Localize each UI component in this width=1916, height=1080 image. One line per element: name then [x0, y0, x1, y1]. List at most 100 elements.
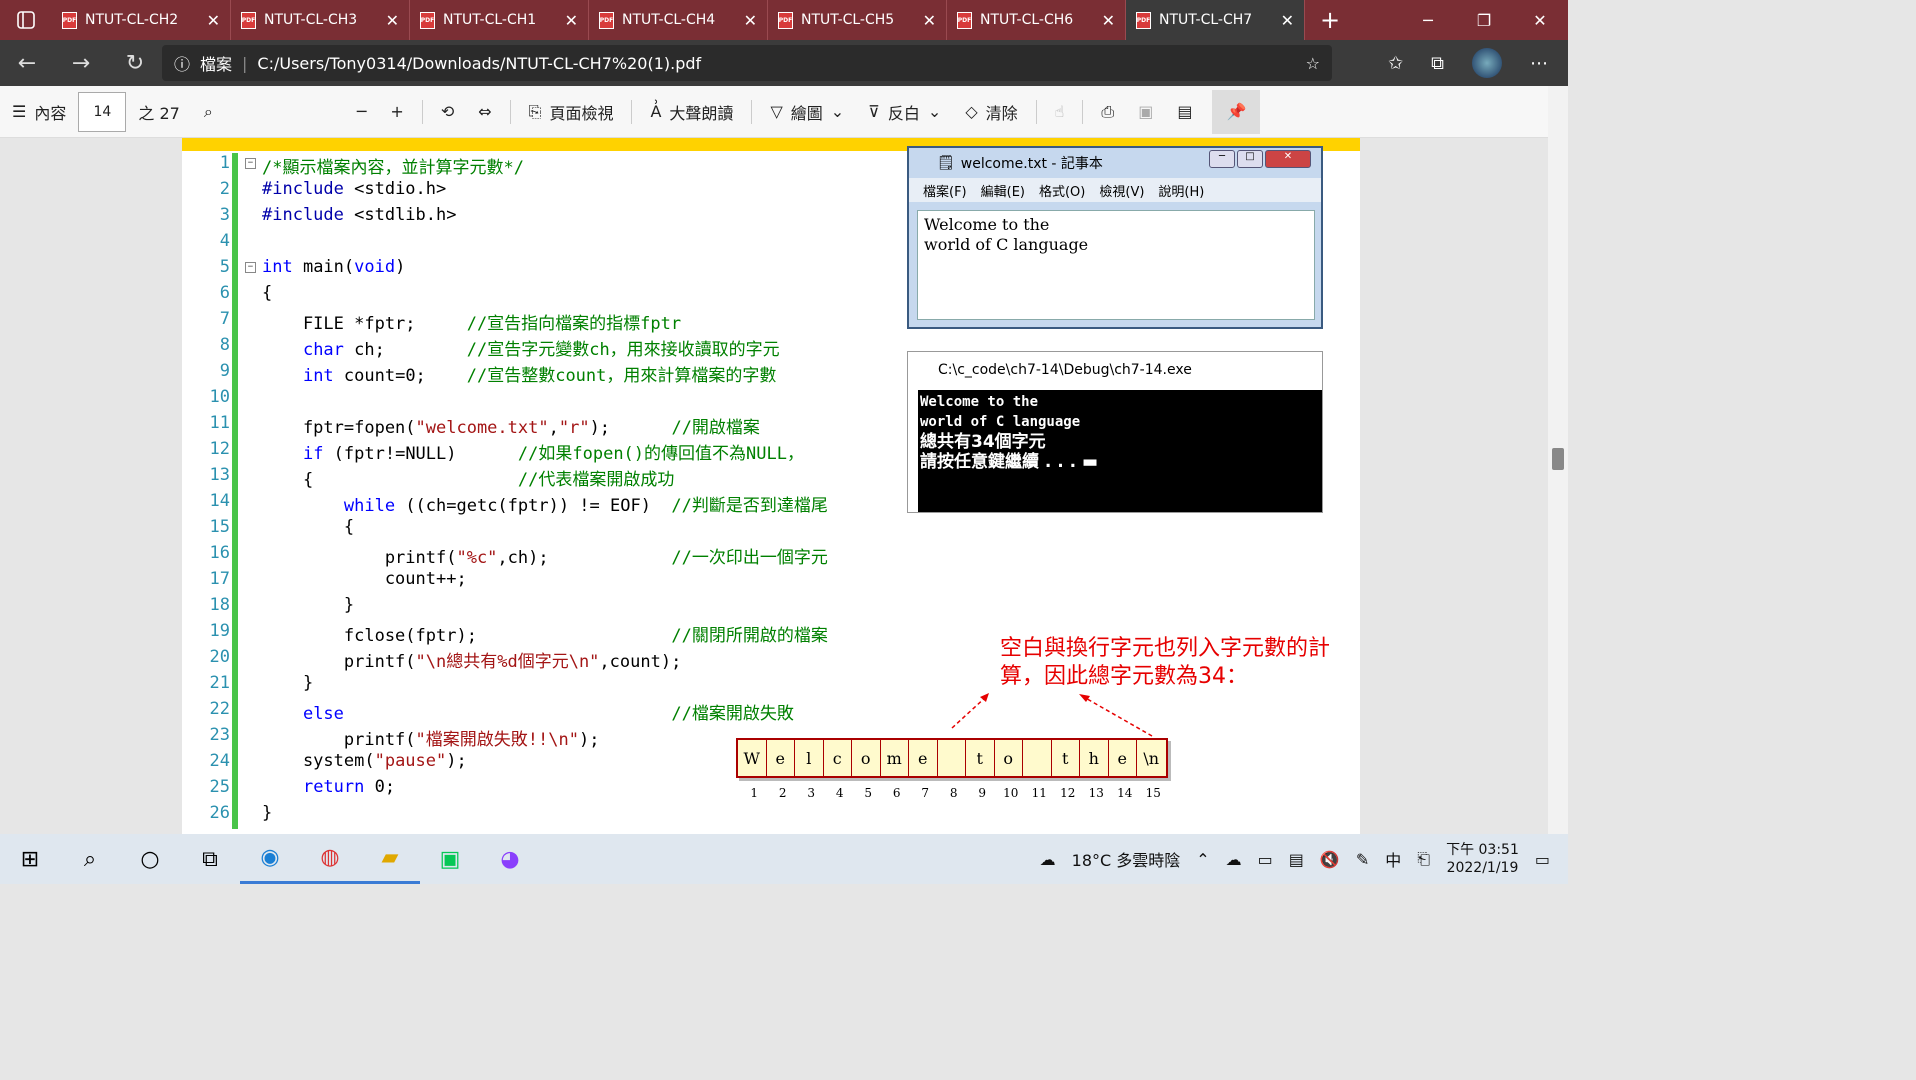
close-icon[interactable]: ✕ [207, 11, 220, 30]
close-icon[interactable]: ✕ [1102, 11, 1115, 30]
menu-help[interactable]: 說明(H) [1158, 181, 1204, 200]
maximize-button[interactable]: ❐ [1456, 0, 1512, 40]
fold-toggle[interactable]: − [245, 158, 256, 169]
ime-mode-icon[interactable]: ⎗ [1417, 849, 1430, 869]
menu-format[interactable]: 格式(O) [1039, 181, 1085, 200]
minimize-button[interactable]: ─ [1209, 150, 1235, 168]
line-app-icon[interactable]: ▣ [420, 834, 480, 884]
more-menu-icon[interactable]: ⋯ [1530, 53, 1548, 74]
notepad-menu: 檔案(F) 編輯(E) 格式(O) 檢視(V) 說明(H) [909, 178, 1321, 202]
file-explorer-icon[interactable]: ▰ [360, 834, 420, 884]
page-number-input[interactable]: 14 [78, 91, 127, 132]
read-aloud-button[interactable]: A͗ 大聲朗讀 [638, 100, 745, 124]
pen-icon[interactable]: ✎ [1356, 850, 1369, 869]
edge-icon[interactable]: ◉ [240, 834, 300, 884]
print-icon[interactable]: ⎙ [1089, 102, 1126, 122]
close-window-button[interactable]: ✕ [1512, 0, 1568, 40]
clock[interactable]: 下午 03:51 2022/1/19 [1446, 841, 1519, 877]
notification-icon[interactable]: ▭ [1535, 850, 1550, 869]
line-number: 23 [209, 725, 230, 745]
code-line: printf("檔案開啟失敗!!\n"); [262, 730, 600, 750]
scrollbar-thumb[interactable] [1552, 448, 1564, 470]
zoom-out-button[interactable]: ─ [345, 102, 379, 121]
tab-ch3[interactable]: PDF NTUT-CL-CH3 ✕ [231, 0, 410, 40]
maximize-button[interactable]: □ [1237, 150, 1263, 168]
new-tab-button[interactable]: + [1305, 0, 1355, 40]
console-line: 總共有34個字元 [920, 432, 1046, 452]
pin-toolbar-button[interactable]: 📌 [1212, 89, 1261, 134]
draw-button[interactable]: ▽ 繪圖 ⌄ [758, 100, 856, 124]
close-icon[interactable]: ✕ [1281, 11, 1294, 30]
tab-ch6[interactable]: PDF NTUT-CL-CH6 ✕ [947, 0, 1126, 40]
ime-indicator[interactable]: 中 [1385, 847, 1401, 871]
info-icon[interactable]: ⓘ [174, 51, 190, 75]
fit-width-button[interactable]: ⇔ [466, 102, 503, 121]
weather-icon[interactable]: ☁ [1040, 850, 1056, 869]
chevron-up-icon[interactable]: ⌃ [1196, 850, 1209, 869]
code-line: int main(void) [262, 257, 406, 277]
code-line: FILE *fptr; //宣告指向檔案的指標fptr [262, 314, 682, 334]
search-icon[interactable]: ⌕ [192, 102, 225, 122]
chrome-icon[interactable]: ◍ [300, 834, 360, 884]
menu-file[interactable]: 檔案(F) [923, 181, 967, 200]
page-view-button[interactable]: ⎘ 頁面檢視 [517, 100, 626, 124]
url-field[interactable]: ⓘ 檔案 | C:/Users/Tony0314/Downloads/NTUT-… [162, 45, 1332, 81]
pdf-icon: PDF [62, 11, 77, 29]
chevron-down-icon[interactable]: ⌄ [928, 102, 941, 121]
search-icon[interactable]: ⌕ [60, 834, 120, 884]
rotate-button[interactable]: ⟲ [429, 102, 466, 121]
close-button[interactable]: ✕ [1265, 150, 1311, 168]
touch-icon[interactable]: ☝ [1043, 102, 1077, 121]
char-cell [1023, 740, 1052, 776]
tab-ch7[interactable]: PDF NTUT-CL-CH7 ✕ [1126, 0, 1305, 40]
tab-ch2[interactable]: PDF NTUT-CL-CH2 ✕ [52, 0, 231, 40]
profile-avatar[interactable] [1472, 48, 1502, 78]
favorites-icon[interactable]: ✩ [1388, 53, 1403, 74]
notepad-title: welcome.txt - 記事本 [960, 156, 1103, 172]
close-icon[interactable]: ✕ [565, 11, 578, 30]
messenger-icon[interactable]: ◕ [480, 834, 540, 884]
cortana-icon[interactable]: ○ [120, 834, 180, 884]
tab-ch1[interactable]: PDF NTUT-CL-CH1 ✕ [410, 0, 589, 40]
add-favorite-icon[interactable]: ☆ [1306, 54, 1320, 73]
line-number: 1 [219, 153, 230, 173]
task-view-icon[interactable]: ⧉ [180, 834, 240, 884]
windows-start-icon[interactable]: ⊞ [0, 834, 60, 884]
chevron-down-icon[interactable]: ⌄ [831, 102, 844, 121]
line-number: 12 [209, 439, 230, 459]
pdf-icon: PDF [241, 11, 256, 29]
line-number: 20 [209, 647, 230, 667]
highlight-icon: ⊽ [868, 102, 880, 121]
tab-ch5[interactable]: PDF NTUT-CL-CH5 ✕ [768, 0, 947, 40]
menu-view[interactable]: 檢視(V) [1099, 181, 1144, 200]
minimize-button[interactable]: ─ [1400, 0, 1456, 40]
network-icon[interactable]: ▤ [1289, 850, 1304, 869]
back-button[interactable]: ← [0, 51, 54, 76]
volume-muted-icon[interactable]: 🔇 [1320, 850, 1340, 869]
contents-button[interactable]: ☰ 內容 [0, 100, 78, 124]
erase-button[interactable]: ◇ 清除 [953, 100, 1029, 124]
close-icon[interactable]: ✕ [386, 11, 399, 30]
notepad-text-area[interactable]: Welcome to the world of C language [917, 210, 1315, 320]
fold-toggle[interactable]: − [245, 262, 256, 273]
char-cell: o [994, 740, 1023, 776]
zoom-in-button[interactable]: + [378, 102, 415, 121]
menu-edit[interactable]: 編輯(E) [981, 181, 1025, 200]
battery-icon[interactable]: ▭ [1258, 850, 1273, 869]
save-as-icon[interactable]: ▤ [1165, 102, 1204, 121]
onedrive-icon[interactable]: ☁ [1226, 850, 1242, 869]
save-icon[interactable]: ▣ [1126, 102, 1165, 121]
refresh-button[interactable]: ↻ [108, 51, 162, 76]
divider [751, 99, 753, 124]
tab-ch4[interactable]: PDF NTUT-CL-CH4 ✕ [589, 0, 768, 40]
collections-icon[interactable]: ⧉ [1431, 53, 1444, 74]
change-bar [232, 647, 238, 673]
weather-text[interactable]: 18°C 多雲時陰 [1072, 847, 1181, 871]
tab-actions-button[interactable] [0, 0, 52, 40]
close-icon[interactable]: ✕ [923, 11, 936, 30]
close-icon[interactable]: ✕ [744, 11, 757, 30]
vertical-scrollbar[interactable] [1548, 86, 1568, 834]
forward-button[interactable]: → [54, 51, 108, 76]
char-cell: e [1108, 740, 1137, 776]
highlight-button[interactable]: ⊽ 反白 ⌄ [856, 100, 953, 124]
